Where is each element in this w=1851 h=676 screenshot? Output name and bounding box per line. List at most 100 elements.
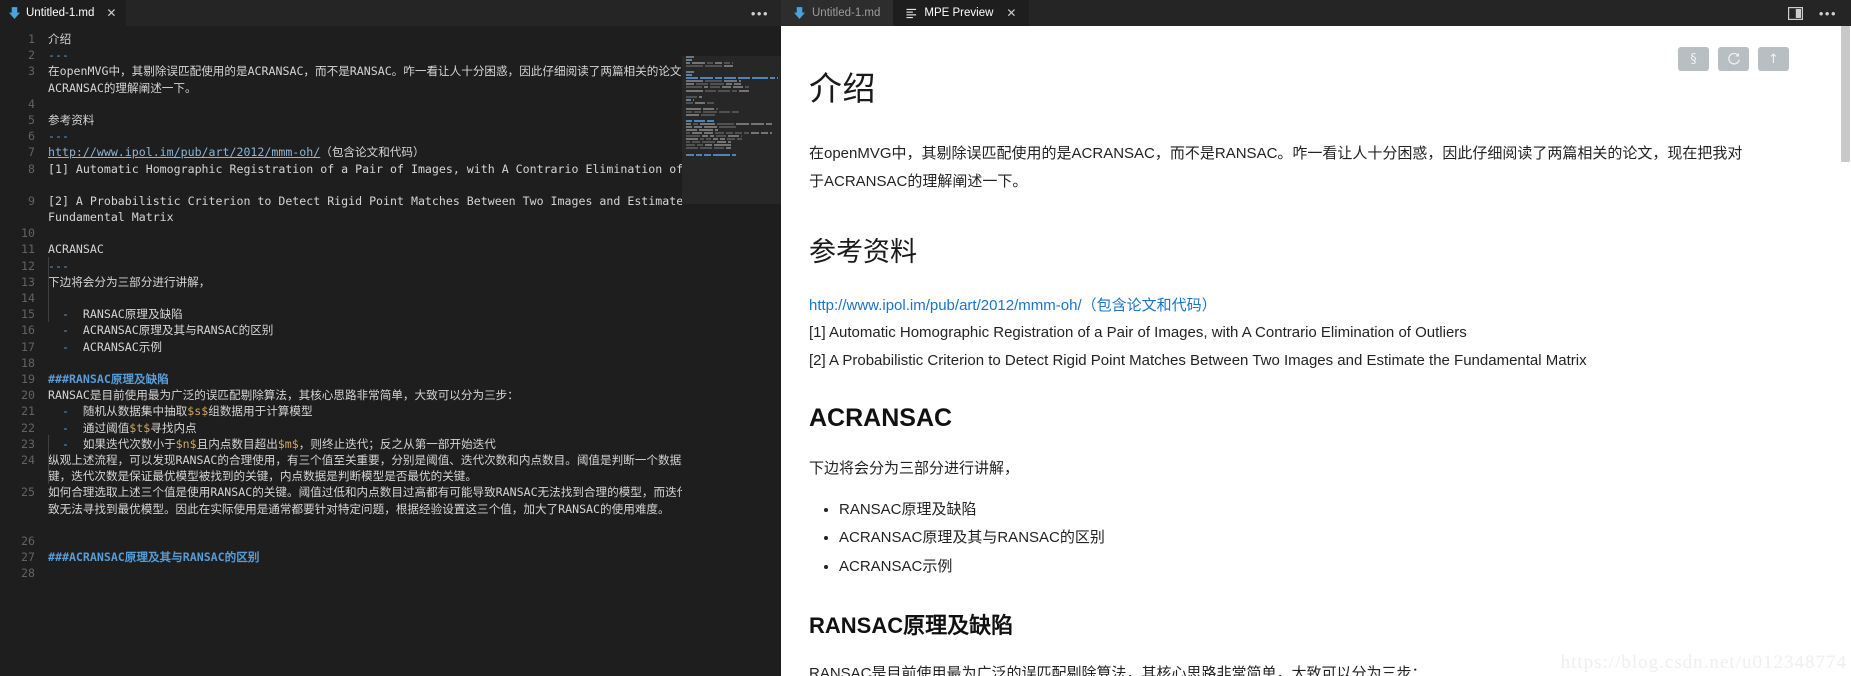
code-line[interactable]: 如何合理选取上述三个值是使用RANSAC的关键。阈值过低和内点数目过高都有可能导… [48, 484, 781, 533]
more-actions-icon[interactable]: ••• [1819, 7, 1837, 20]
minimap-slider[interactable] [682, 56, 781, 204]
line-number: 18 [0, 355, 35, 371]
code-line[interactable]: 在openMVG中，其剔除误匹配使用的是ACRANSAC，而不是RANSAC。咋… [48, 63, 781, 95]
minimap[interactable] [682, 52, 781, 676]
preview-lines-icon [906, 7, 917, 20]
code-line[interactable]: 纵观上述流程，可以发现RANSAC的合理使用，有三个值至关重要，分别是阈值、迭代… [48, 452, 781, 484]
tab-untitled-1-md[interactable]: Untitled-1.md ✕ [0, 0, 127, 26]
code-line[interactable]: 参考资料 [48, 112, 781, 128]
line-number-gutter: 1 2 3 4 5 6 7 8 9 10 11 12 13 14 15 16 17 18 19 20 21 22 23 24 2… [0, 26, 44, 676]
code-line[interactable]: ###ACRANSAC原理及其与RANSAC的区别 [48, 549, 781, 565]
line-number: 5 [0, 112, 35, 128]
refresh-button[interactable] [1718, 47, 1749, 71]
line-number: 20 [0, 387, 35, 403]
code-line[interactable]: - 通过阈值$t$寻找内点 [48, 420, 781, 436]
line-number: 22 [0, 420, 35, 436]
code-line[interactable]: --- [48, 258, 781, 274]
line-number: 7 [0, 144, 35, 160]
heading-references: 参考资料 [809, 230, 1749, 269]
up-arrow-icon: ↑ [1768, 52, 1779, 67]
code-line[interactable]: - 随机从数据集中抽取$s$组数据用于计算模型 [48, 403, 781, 419]
indent-guide [48, 435, 49, 484]
tab-untitled-1-md-secondary[interactable]: Untitled-1.md [781, 0, 893, 26]
line-number: 9 [0, 193, 35, 225]
tab-label: Untitled-1.md [812, 7, 880, 19]
code-line[interactable]: - RANSAC原理及缺陷 [48, 306, 781, 322]
code-line[interactable]: - ACRANSAC示例 [48, 339, 781, 355]
code-line[interactable]: RANSAC是目前使用最为广泛的误匹配剔除算法，其核心思路非常简单，大致可以分为… [48, 387, 781, 403]
preview-tabbar: Untitled-1.md MPE Preview ✕ ••• [781, 0, 1851, 26]
code-line[interactable]: [1] Automatic Homographic Registration o… [48, 161, 781, 193]
line-number: 16 [0, 322, 35, 338]
code-line[interactable] [48, 355, 781, 371]
line-number: 12 [0, 258, 35, 274]
line-number: 8 [0, 161, 35, 193]
code-content[interactable]: 介绍 --- 在openMVG中，其剔除误匹配使用的是ACRANSAC，而不是RAN… [44, 26, 781, 676]
code-line[interactable] [48, 290, 781, 306]
line-number: 14 [0, 290, 35, 306]
heading-acransac: ACRANSAC [809, 404, 1749, 433]
line-number: 27 [0, 549, 35, 565]
scrollbar-thumb[interactable] [1841, 26, 1850, 162]
split-editor-icon[interactable] [1788, 7, 1803, 20]
line-number: 10 [0, 225, 35, 241]
mpe-toolbar: § ↑ [1678, 47, 1789, 71]
line-number: 4 [0, 96, 35, 112]
editor-tabbar: Untitled-1.md ✕ ••• [0, 0, 781, 26]
paragraph-intro: 在openMVG中，其剔除误匹配使用的是ACRANSAC，而不是RANSAC。咋… [809, 140, 1749, 196]
line-number: 15 [0, 306, 35, 322]
code-line[interactable]: - 如果迭代次数小于$n$且内点数目超出$m$，则终止迭代；反之从第一部开始迭代 [48, 436, 781, 452]
close-icon[interactable]: ✕ [1006, 6, 1016, 20]
line-number: 28 [0, 565, 35, 581]
preview-tabbar-actions: ••• [1788, 0, 1851, 26]
paragraph-lead: 下边将会分为三部分进行讲解， [809, 455, 1749, 483]
code-line[interactable]: 介绍 [48, 31, 781, 47]
code-line[interactable]: ###RANSAC原理及缺陷 [48, 371, 781, 387]
reference-link-line: http://www.ipol.im/pub/art/2012/mmm-oh/（… [809, 294, 1749, 319]
vscode-window: Untitled-1.md ✕ ••• 1 2 3 4 5 6 7 8 9 10 11 12 13 14 1… [0, 0, 1851, 676]
code-line[interactable]: --- [48, 47, 781, 63]
code-line[interactable] [48, 96, 781, 112]
markdown-rendered-content: 介绍 在openMVG中，其剔除误匹配使用的是ACRANSAC，而不是RANSA… [781, 62, 1789, 676]
line-number: 1 [0, 31, 35, 47]
more-actions-icon[interactable]: ••• [751, 7, 769, 20]
refresh-icon [1727, 52, 1741, 66]
toc-button[interactable]: § [1678, 47, 1709, 71]
close-icon[interactable]: ✕ [106, 7, 116, 19]
markdown-down-arrow-icon [794, 7, 805, 20]
section-sign-icon: § [1690, 52, 1697, 67]
code-line[interactable]: 下边将会分为三部分进行讲解， [48, 274, 781, 290]
line-number: 11 [0, 241, 35, 257]
code-line[interactable] [48, 533, 781, 549]
code-line[interactable] [48, 565, 781, 581]
list-item: RANSAC原理及缺陷 [839, 499, 1749, 521]
code-line[interactable]: --- [48, 128, 781, 144]
code-line[interactable]: ACRANSAC [48, 241, 781, 257]
line-number: 17 [0, 339, 35, 355]
indent-guide [48, 257, 49, 322]
preview-body[interactable]: § ↑ 介绍 在openMVG中，其剔除误匹配使用的是ACRANSAC，而不是R… [781, 26, 1851, 676]
heading-ransac: RANSAC原理及缺陷 [809, 608, 1749, 640]
line-number: 6 [0, 128, 35, 144]
list-item: ACRANSAC示例 [839, 556, 1749, 578]
line-number: 26 [0, 533, 35, 549]
ipol-link[interactable]: http://www.ipol.im/pub/art/2012/mmm-oh/（… [809, 297, 1217, 314]
line-number: 19 [0, 371, 35, 387]
paragraph-ransac: RANSAC是目前使用最为广泛的误匹配剔除算法，其核心思路非常简单，大致可以分为… [809, 660, 1749, 676]
reference-2: [2] A Probabilistic Criterion to Detect … [809, 349, 1749, 374]
tab-label: MPE Preview [924, 7, 993, 19]
code-editor[interactable]: 1 2 3 4 5 6 7 8 9 10 11 12 13 14 15 16 17 18 19 20 21 22 23 24 2… [0, 26, 781, 676]
scroll-top-button[interactable]: ↑ [1758, 47, 1789, 71]
line-number: 24 [0, 452, 35, 484]
code-line[interactable]: http://www.ipol.im/pub/art/2012/mmm-oh/（… [48, 144, 781, 160]
list-item: ACRANSAC原理及其与RANSAC的区别 [839, 527, 1749, 549]
line-number: 25 [0, 484, 35, 533]
line-number: 23 [0, 436, 35, 452]
code-line[interactable] [48, 225, 781, 241]
outline-list: RANSAC原理及缺陷 ACRANSAC原理及其与RANSAC的区别 ACRANSA… [809, 499, 1749, 578]
preview-scrollbar[interactable] [1840, 26, 1851, 676]
code-line[interactable]: [2] A Probabilistic Criterion to Detect … [48, 193, 781, 225]
tab-mpe-preview[interactable]: MPE Preview ✕ [893, 0, 1029, 26]
reference-1: [1] Automatic Homographic Registration o… [809, 321, 1749, 346]
code-line[interactable]: - ACRANSAC原理及其与RANSAC的区别 [48, 322, 781, 338]
